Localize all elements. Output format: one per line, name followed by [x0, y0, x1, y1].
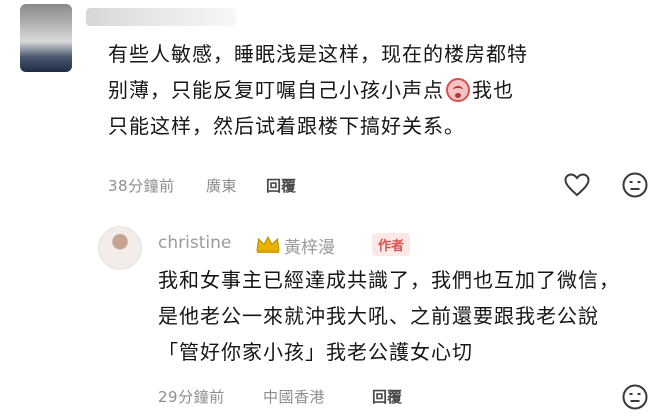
reply-button[interactable]: 回覆	[266, 175, 296, 196]
distressed-face-icon	[446, 78, 470, 102]
reply-author-avatar[interactable]	[98, 226, 142, 270]
reply-dislike-face-icon[interactable]	[622, 384, 648, 410]
comment-time: 38分鐘前	[108, 177, 175, 195]
reply-username[interactable]: christine	[158, 233, 231, 253]
commenter-avatar[interactable]	[20, 4, 72, 72]
crown-icon	[256, 235, 280, 253]
reply-text: 我和女事主已經達成共識了，我們也互加了微信，是他老公一來就沖我大吼、之前還要跟我…	[158, 268, 620, 364]
reply-display-name[interactable]: 黃梓漫	[284, 233, 335, 258]
like-heart-icon[interactable]	[564, 173, 590, 197]
reply-time: 29分鐘前	[158, 388, 225, 406]
reply-reply-button[interactable]: 回覆	[372, 386, 402, 407]
dislike-face-icon[interactable]	[622, 172, 648, 198]
comment-location: 廣東	[206, 177, 238, 195]
comment-text: 有些人敏感，睡眠浅是这样，现在的楼房都特别薄，只能反复叮嘱自己小孩小声点 我也只能…	[108, 36, 528, 144]
commenter-name-blurred[interactable]	[86, 8, 236, 26]
author-badge: 作者	[372, 233, 411, 256]
reply-location: 中國香港	[263, 388, 326, 406]
